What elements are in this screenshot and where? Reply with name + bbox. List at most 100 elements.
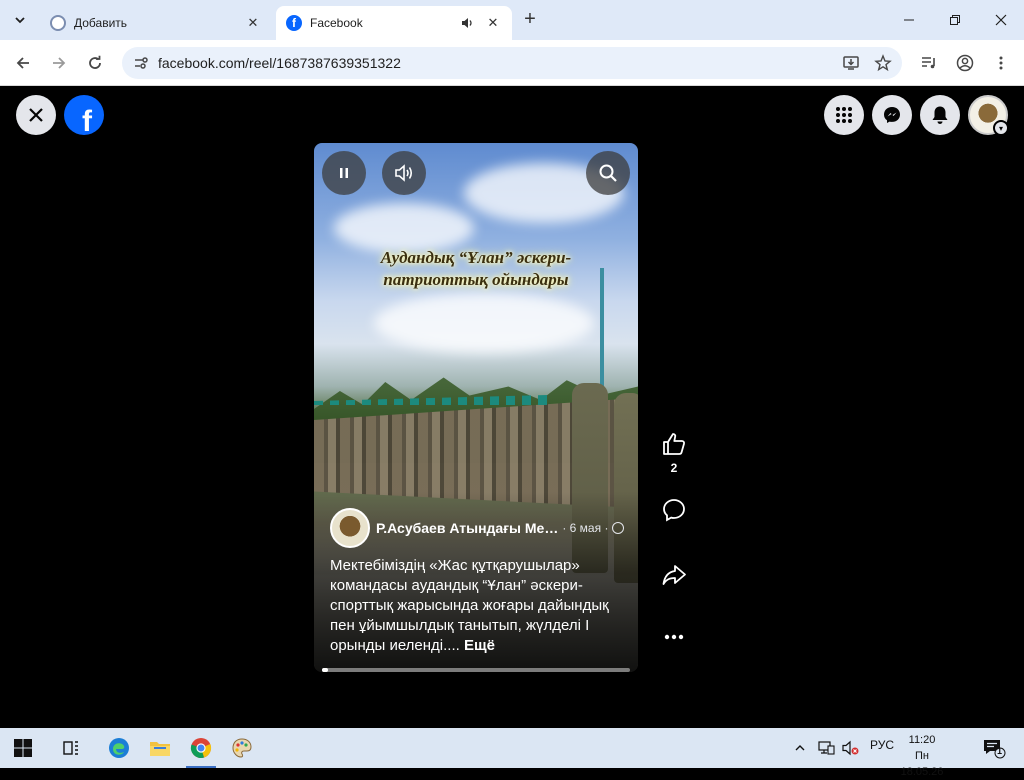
video-progress-fill [322, 668, 329, 672]
paint-taskbar-button[interactable] [227, 734, 257, 762]
video-cloud [374, 293, 594, 353]
speaker-muted-icon [842, 740, 859, 756]
close-icon[interactable]: ✕ [244, 14, 262, 32]
like-count: 2 [670, 461, 678, 475]
share-icon [662, 565, 686, 585]
reload-icon [89, 55, 101, 69]
author-avatar[interactable] [330, 508, 370, 548]
search-icon [599, 164, 617, 182]
search-button[interactable] [586, 151, 630, 195]
bookmark-star-icon[interactable] [870, 50, 896, 76]
new-tab-button[interactable]: + [520, 9, 540, 30]
speaker-icon[interactable] [458, 14, 476, 32]
reel-author: Р.Асубаев Атындағы Ме… · 6 мая · [330, 508, 630, 548]
minimize-button[interactable] [897, 8, 921, 32]
network-icon [818, 741, 835, 755]
video-progress-bar[interactable] [322, 668, 630, 672]
post-date[interactable]: · 6 мая · [562, 521, 608, 535]
close-icon [29, 108, 43, 122]
messenger-button[interactable] [872, 95, 912, 135]
pause-button[interactable] [322, 151, 366, 195]
pause-icon [340, 168, 348, 178]
reel-caption: Мектебіміздің «Жас құтқарушылар» команда… [330, 556, 626, 656]
comment-button[interactable] [658, 497, 690, 523]
chrome-taskbar-button[interactable] [186, 734, 216, 762]
messenger-icon [884, 107, 900, 123]
volume-tray-button[interactable] [838, 734, 862, 762]
facebook-favicon-icon: f [286, 15, 302, 31]
notifications-button[interactable] [920, 95, 960, 135]
tab-title: Добавить [74, 16, 128, 30]
tab-title: Facebook [310, 16, 363, 30]
folder-icon [150, 742, 170, 756]
video-overlay-title: Аудандық “Ұлан” әскери-патриоттық ойында… [380, 248, 572, 289]
network-button[interactable] [814, 734, 838, 762]
chrome-icon [190, 738, 212, 759]
notification-count: 1 [997, 746, 1003, 756]
start-button[interactable] [8, 734, 38, 762]
edge-taskbar-button[interactable] [104, 734, 134, 762]
tab-search-button[interactable] [8, 8, 32, 32]
close-icon [995, 14, 1007, 26]
edge-icon [109, 738, 129, 758]
share-button[interactable] [658, 562, 690, 588]
more-horizontal-icon [664, 634, 684, 640]
reload-button[interactable] [82, 50, 108, 76]
profile-button[interactable] [952, 50, 978, 76]
chevron-down-icon[interactable]: ▾ [993, 120, 1009, 136]
like-button[interactable]: 2 [658, 431, 690, 475]
see-more-link[interactable]: Ещё [464, 637, 495, 654]
page-favicon-icon [50, 15, 66, 31]
chrome-menu-button[interactable] [988, 50, 1014, 76]
restore-button[interactable] [943, 8, 967, 32]
comment-icon [663, 499, 685, 522]
install-app-icon[interactable] [838, 50, 864, 76]
notification-icon [984, 740, 1006, 759]
forward-button[interactable] [46, 50, 72, 76]
file-explorer-button[interactable] [145, 734, 175, 762]
facebook-logo[interactable]: f [64, 95, 104, 135]
minimize-icon [904, 19, 914, 21]
grid-menu-icon [836, 107, 852, 123]
thumbs-up-icon [663, 433, 686, 455]
address-bar[interactable]: facebook.com/reel/1687387639351322 [122, 47, 902, 79]
more-options-button[interactable] [658, 633, 690, 641]
url-text: facebook.com/reel/1687387639351322 [158, 55, 401, 71]
browser-tabstrip: Добавить ✕ f Facebook ✕ + [0, 0, 1024, 40]
tab-facebook[interactable]: f Facebook ✕ [276, 6, 512, 40]
bell-icon [932, 106, 948, 124]
back-button[interactable] [10, 50, 36, 76]
media-control-button[interactable] [916, 50, 942, 76]
globe-icon [612, 522, 625, 534]
input-language[interactable]: РУС [870, 738, 894, 752]
account-circle-icon [956, 54, 974, 72]
arrow-right-icon [53, 57, 66, 69]
more-vertical-icon [999, 56, 1003, 70]
volume-button[interactable] [382, 151, 426, 195]
windows-logo-icon [14, 739, 32, 757]
paint-palette-icon [232, 738, 252, 758]
task-view-button[interactable] [56, 734, 86, 762]
chevron-down-icon [15, 17, 25, 24]
menu-button[interactable] [824, 95, 864, 135]
task-view-icon [63, 741, 78, 755]
clock[interactable]: 11:20 Пн 18.05.26 [898, 732, 946, 780]
clock-time: 11:20 [908, 734, 936, 746]
notification-center-button[interactable]: 1 [978, 734, 1010, 762]
site-info-icon[interactable] [130, 52, 152, 74]
arrow-left-icon [16, 57, 29, 69]
reel-viewer: f ▾ Аудандық “Ұлан” әскери-патриоттық ой… [0, 87, 1024, 728]
chevron-up-icon [795, 745, 805, 751]
browser-toolbar: facebook.com/reel/1687387639351322 [0, 40, 1024, 86]
show-hidden-icons-button[interactable] [788, 734, 812, 762]
restore-icon [950, 15, 960, 25]
close-icon[interactable]: ✕ [484, 14, 502, 32]
author-name[interactable]: Р.Асубаев Атындағы Ме… [376, 520, 558, 536]
tab-add[interactable]: Добавить ✕ [40, 6, 272, 40]
close-window-button[interactable] [989, 8, 1013, 32]
volume-icon [395, 164, 413, 182]
close-reel-button[interactable] [16, 95, 56, 135]
reel-video[interactable]: Аудандық “Ұлан” әскери-патриоттық ойында… [314, 143, 638, 672]
clock-date: Пн 18.05.26 [900, 750, 944, 778]
video-cloud [334, 203, 474, 253]
